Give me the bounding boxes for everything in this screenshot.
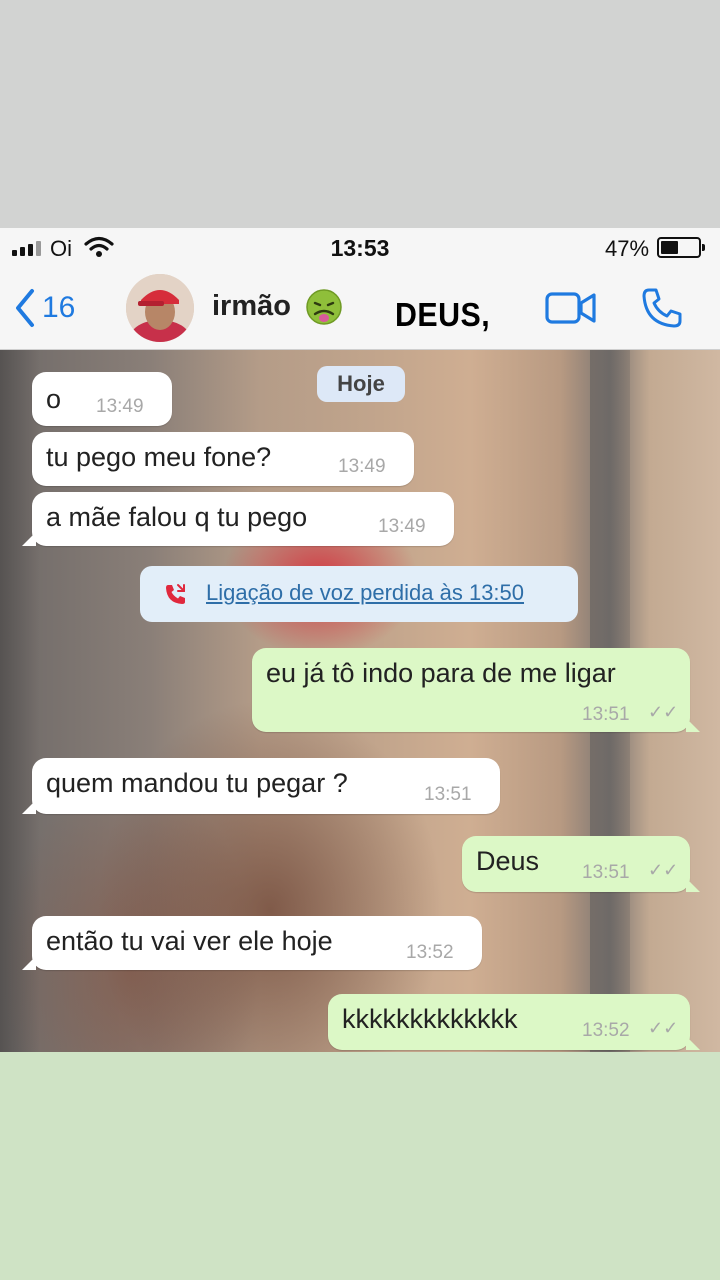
battery-icon bbox=[657, 237, 705, 258]
chat-background: Hoje o 13:49 tu pego meu fone? 13:49 a m… bbox=[0, 350, 720, 1052]
double-check-icon: ✓✓ bbox=[648, 1018, 679, 1038]
unread-count: 16 bbox=[42, 291, 76, 324]
message-bubble[interactable]: quem mandou tu pegar ? 13:51 bbox=[22, 758, 500, 814]
nauseated-face-icon bbox=[306, 289, 342, 325]
message-text: o bbox=[46, 384, 62, 414]
video-call-icon[interactable] bbox=[545, 290, 597, 326]
phone-call-icon[interactable] bbox=[640, 286, 684, 330]
message-bubble[interactable]: eu já tô indo para de me ligar 13:51 ✓✓ bbox=[252, 648, 700, 732]
message-text: então tu vai ver ele hoje bbox=[46, 926, 333, 956]
contact-avatar[interactable] bbox=[126, 274, 194, 342]
message-bubble[interactable]: kkkkkkkkkkkkk 13:52 ✓✓ bbox=[328, 994, 700, 1050]
message-time: 13:49 bbox=[96, 396, 144, 417]
battery-percentage: 47% bbox=[605, 236, 650, 261]
message-time: 13:52 bbox=[406, 942, 454, 963]
message-bubble[interactable]: tu pego meu fone? 13:49 bbox=[32, 432, 414, 486]
status-bar: Oi 13:53 47% bbox=[0, 228, 720, 268]
whatsapp-chat-screen: Oi 13:53 47% 16 irmão DEUS, Hoje o 13:49… bbox=[0, 228, 720, 1052]
message-bubble[interactable]: a mãe falou q tu pego 13:49 bbox=[22, 492, 454, 546]
message-text: Deus bbox=[476, 846, 540, 876]
message-time: 13:51 bbox=[582, 704, 630, 725]
message-text: tu pego meu fone? bbox=[46, 442, 272, 472]
overlay-caption: DEUS, bbox=[395, 296, 491, 333]
back-button[interactable]: 16 bbox=[14, 288, 75, 328]
message-text: a mãe falou q tu pego bbox=[46, 502, 308, 532]
message-text: quem mandou tu pegar ? bbox=[46, 768, 348, 798]
date-chip: Hoje bbox=[317, 366, 405, 402]
missed-call-icon bbox=[166, 584, 185, 604]
double-check-icon: ✓✓ bbox=[648, 860, 679, 880]
message-text: eu já tô indo para de me ligar bbox=[266, 658, 616, 688]
double-check-icon: ✓✓ bbox=[648, 702, 679, 722]
chat-header: 16 irmão DEUS, bbox=[0, 268, 720, 350]
missed-call-notice[interactable]: Ligação de voz perdida às 13:50 bbox=[140, 566, 578, 622]
message-time: 13:51 bbox=[424, 784, 472, 805]
message-time: 13:49 bbox=[338, 456, 386, 477]
message-time: 13:52 bbox=[582, 1020, 630, 1041]
chevron-left-icon bbox=[16, 289, 34, 327]
message-time: 13:51 bbox=[582, 862, 630, 883]
missed-call-text: Ligação de voz perdida às 13:50 bbox=[206, 580, 525, 605]
message-bubble[interactable]: o 13:49 bbox=[32, 372, 172, 426]
contact-name[interactable]: irmão bbox=[212, 290, 291, 323]
message-time: 13:49 bbox=[378, 516, 426, 537]
message-text: kkkkkkkkkkkkk bbox=[342, 1004, 518, 1034]
bottom-background bbox=[0, 1052, 720, 1280]
message-bubble[interactable]: Deus 13:51 ✓✓ bbox=[462, 836, 700, 892]
top-background bbox=[0, 0, 720, 228]
message-bubble[interactable]: então tu vai ver ele hoje 13:52 bbox=[22, 916, 482, 970]
